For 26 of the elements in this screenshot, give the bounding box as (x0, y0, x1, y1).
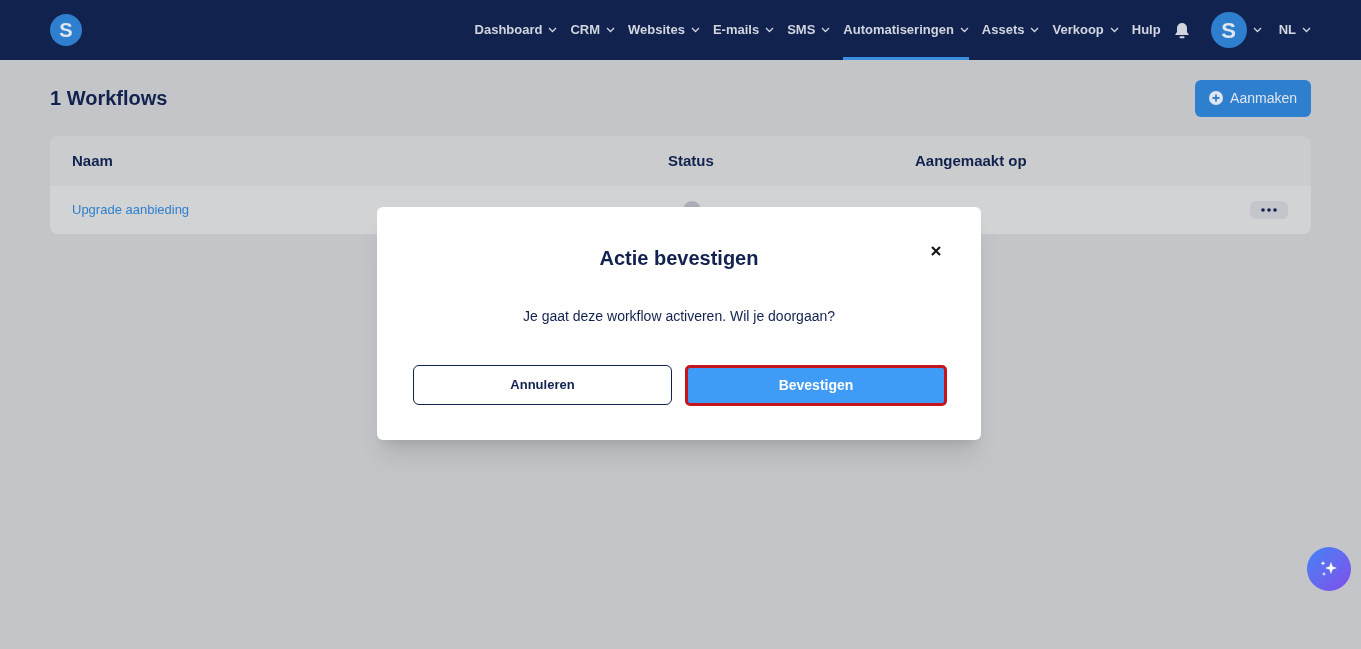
nav-menu-item[interactable]: Assets (981, 0, 1040, 60)
user-avatar: S (1210, 12, 1247, 48)
ai-assistant-button[interactable] (1307, 547, 1351, 591)
nav-menu-item[interactable]: SMS (787, 0, 831, 60)
nav-menu-item[interactable]: Automatiseringen (843, 0, 969, 60)
plus-circle-icon (1209, 91, 1224, 105)
dialog-title: Actie bevestigen (598, 246, 760, 271)
nav-menu-item[interactable]: Websites (628, 0, 700, 60)
dialog-message: Je gaat deze workflow activeren. Wil je doorgaan? (521, 307, 837, 326)
nav-menu-item[interactable]: Dashboard (474, 0, 558, 60)
column-header: Naam (72, 150, 114, 171)
page-title: 1 Workflows (50, 86, 168, 111)
close-icon (931, 246, 941, 256)
nav-menu-item[interactable]: Hulp (1131, 0, 1161, 60)
column-header: Status (668, 150, 715, 171)
more-options-button[interactable] (1250, 201, 1288, 219)
chevron-down-icon (1252, 27, 1262, 33)
cancel-button[interactable]: Annuleren (413, 365, 672, 405)
nav-menu-item[interactable]: Verkoop (1052, 0, 1119, 60)
bell-icon[interactable] (1173, 21, 1190, 39)
more-icon (1261, 208, 1277, 212)
nav-menu-item[interactable]: CRM (570, 0, 616, 60)
language-selector[interactable]: NL (1278, 20, 1311, 40)
nav-menu-item[interactable]: E-mails (712, 0, 775, 60)
column-header: Aangemaakt op (915, 150, 1028, 171)
chevron-down-icon (1302, 27, 1311, 33)
